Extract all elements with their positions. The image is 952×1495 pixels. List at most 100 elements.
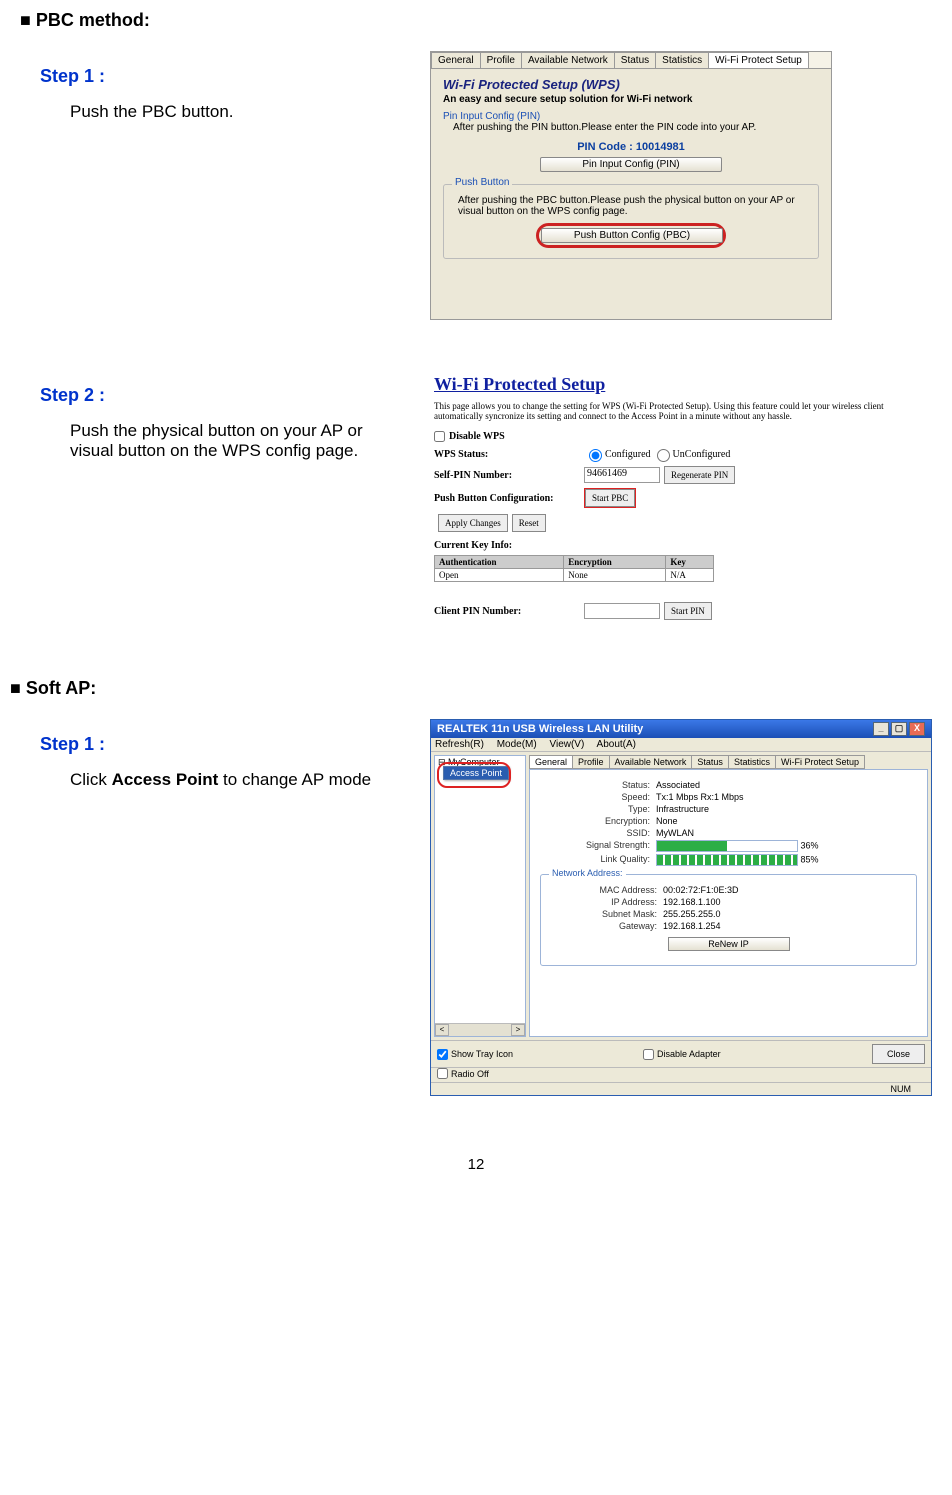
access-point-menu: Access Point	[443, 766, 509, 780]
minimize-button[interactable]: _	[873, 722, 889, 736]
client-pin-input[interactable]	[584, 603, 660, 619]
dtab-profile[interactable]: Profile	[572, 755, 610, 769]
type-label: Type:	[540, 804, 656, 814]
signal-pct: 36%	[801, 840, 819, 850]
ap-wps-page: Wi-Fi Protected Setup This page allows y…	[430, 370, 918, 628]
link-pct: 85%	[801, 854, 819, 864]
dtab-status[interactable]: Status	[691, 755, 729, 769]
key-key-value: N/A	[666, 569, 714, 582]
ssid-label: SSID:	[540, 828, 656, 838]
self-pin-value[interactable]: 94661469	[584, 467, 660, 483]
ssid-value: MyWLAN	[656, 828, 694, 838]
util-footer: Show Tray Icon Disable Adapter Close	[431, 1040, 931, 1067]
enc-value: None	[656, 816, 678, 826]
step2-body: Push the physical button on your AP or v…	[70, 421, 390, 461]
ip-value: 192.168.1.100	[663, 897, 721, 907]
speed-label: Speed:	[540, 792, 656, 802]
util-menubar: Refresh(R) Mode(M) View(V) About(A)	[431, 738, 931, 752]
tab-status[interactable]: Status	[614, 52, 656, 68]
link-label: Link Quality:	[540, 854, 656, 866]
dtab-statistics[interactable]: Statistics	[728, 755, 776, 769]
access-point-menu-item[interactable]: Access Point	[444, 767, 508, 779]
pbc-highlight: Push Button Config (PBC)	[536, 223, 726, 248]
close-window-button[interactable]: X	[909, 722, 925, 736]
wps-status-configured: Configured	[605, 449, 651, 460]
wps-heading: Wi-Fi Protected Setup (WPS)	[443, 77, 819, 92]
step1-body: Push the PBC button.	[70, 102, 390, 122]
ip-label: IP Address:	[547, 897, 663, 907]
menu-view[interactable]: View(V)	[549, 739, 584, 750]
tab-wifi-protect[interactable]: Wi-Fi Protect Setup	[708, 52, 809, 68]
wps-status-configured-radio[interactable]	[589, 449, 602, 462]
disable-wps-label: Disable WPS	[449, 431, 505, 442]
pin-input-config-button[interactable]: Pin Input Config (PIN)	[540, 157, 722, 172]
section-softap-title: ■ Soft AP:	[10, 678, 942, 699]
self-pin-label: Self-PIN Number:	[434, 470, 584, 481]
tree-scrollbar[interactable]: <>	[435, 1023, 525, 1036]
pin-group-label: Pin Input Config (PIN)	[443, 111, 819, 122]
wps-dialog: General Profile Available Network Status…	[430, 51, 832, 320]
push-button-legend: Push Button	[452, 177, 512, 188]
util-title: REALTEK 11n USB Wireless LAN Utility	[437, 723, 643, 735]
speed-value: Tx:1 Mbps Rx:1 Mbps	[656, 792, 744, 802]
maximize-button[interactable]: ▢	[891, 722, 907, 736]
enc-label: Encryption:	[540, 816, 656, 826]
network-address-group: Network Address: MAC Address:00:02:72:F1…	[540, 874, 917, 966]
menu-about[interactable]: About(A)	[597, 739, 636, 750]
apply-changes-button[interactable]: Apply Changes	[438, 514, 508, 532]
wps-status-label: WPS Status:	[434, 449, 584, 460]
tab-general[interactable]: General	[431, 52, 481, 68]
key-header-auth: Authentication	[435, 556, 564, 569]
gw-label: Gateway:	[547, 921, 663, 931]
wps-status-unconfigured-radio[interactable]	[657, 449, 670, 462]
mask-value: 255.255.255.0	[663, 909, 721, 919]
disable-wps-checkbox[interactable]	[434, 431, 445, 442]
push-button-config-button[interactable]: Push Button Config (PBC)	[541, 228, 723, 243]
start-pbc-button[interactable]: Start PBC	[585, 489, 635, 507]
dtab-available-network[interactable]: Available Network	[609, 755, 693, 769]
tab-statistics[interactable]: Statistics	[655, 52, 709, 68]
link-bar	[656, 854, 798, 866]
menu-refresh[interactable]: Refresh(R)	[435, 739, 484, 750]
pbc-config-label: Push Button Configuration:	[434, 493, 584, 504]
step2-title: Step 2 :	[40, 385, 430, 406]
ap-page-desc: This page allows you to change the setti…	[434, 401, 914, 421]
util-titlebar: REALTEK 11n USB Wireless LAN Utility _ ▢…	[431, 720, 931, 738]
tree-pane[interactable]: ⊟ MyComputer Access Point <>	[434, 755, 526, 1037]
tab-available-network[interactable]: Available Network	[521, 52, 615, 68]
show-tray-option[interactable]: Show Tray Icon	[437, 1049, 513, 1060]
wps-tabs: General Profile Available Network Status…	[431, 52, 831, 69]
util-statusbar: NUM	[431, 1082, 931, 1095]
current-key-info-label: Current Key Info:	[434, 540, 584, 551]
dtab-general[interactable]: General	[529, 755, 573, 769]
type-value: Infrastructure	[656, 804, 709, 814]
mac-value: 00:02:72:F1:0E:3D	[663, 885, 739, 895]
util-footer2: Radio Off	[431, 1067, 931, 1082]
detail-tabs: General Profile Available Network Status…	[529, 755, 928, 769]
regenerate-pin-button[interactable]: Regenerate PIN	[664, 466, 735, 484]
step1-title: Step 1 :	[40, 66, 430, 87]
disable-adapter-checkbox[interactable]	[643, 1049, 654, 1060]
radio-off-checkbox[interactable]	[437, 1068, 448, 1079]
start-pin-button[interactable]: Start PIN	[664, 602, 712, 620]
disable-adapter-option[interactable]: Disable Adapter	[643, 1049, 721, 1060]
close-button[interactable]: Close	[872, 1044, 925, 1064]
show-tray-checkbox[interactable]	[437, 1049, 448, 1060]
detail-pane: General Profile Available Network Status…	[529, 755, 928, 1037]
menu-mode[interactable]: Mode(M)	[497, 739, 537, 750]
key-header-enc: Encryption	[564, 556, 666, 569]
pin-instruction: After pushing the PIN button.Please ente…	[453, 122, 819, 133]
gw-value: 192.168.1.254	[663, 921, 721, 931]
radio-off-option[interactable]: Radio Off	[437, 1068, 489, 1079]
softap-step1-body: Click Access Point to change AP mode	[70, 770, 410, 790]
tab-profile[interactable]: Profile	[480, 52, 522, 68]
renew-ip-button[interactable]: ReNew IP	[668, 937, 790, 951]
network-address-legend: Network Address:	[549, 868, 626, 878]
reset-button[interactable]: Reset	[512, 514, 546, 532]
dtab-wifi-protect[interactable]: Wi-Fi Protect Setup	[775, 755, 865, 769]
ap-page-title: Wi-Fi Protected Setup	[434, 374, 914, 395]
key-header-key: Key	[666, 556, 714, 569]
pbc-instruction: After pushing the PBC button.Please push…	[458, 195, 804, 217]
wps-status-unconfigured: UnConfigured	[673, 449, 731, 460]
wps-subheading: An easy and secure setup solution for Wi…	[443, 94, 819, 105]
